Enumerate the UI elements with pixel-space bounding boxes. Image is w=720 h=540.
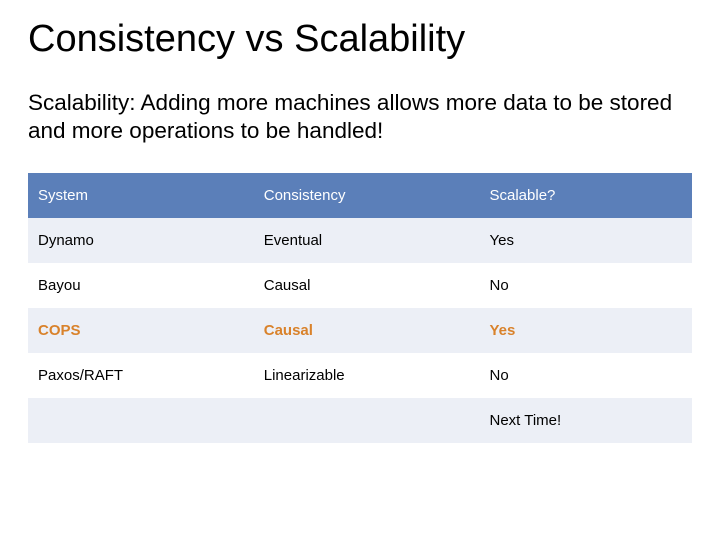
cell-scalable: Yes xyxy=(480,218,693,263)
table-row: Dynamo Eventual Yes xyxy=(28,218,692,263)
cell-consistency xyxy=(254,398,480,443)
col-header-consistency: Consistency xyxy=(254,173,480,218)
table-row: Next Time! xyxy=(28,398,692,443)
col-header-scalable: Scalable? xyxy=(480,173,693,218)
cell-scalable: No xyxy=(480,353,693,398)
col-header-system: System xyxy=(28,173,254,218)
subtitle: Scalability: Adding more machines allows… xyxy=(28,89,688,145)
cell-system: Dynamo xyxy=(28,218,254,263)
table-body: Dynamo Eventual Yes Bayou Causal No COPS… xyxy=(28,218,692,443)
cell-system: Bayou xyxy=(28,263,254,308)
page-title: Consistency vs Scalability xyxy=(28,18,692,61)
cell-scalable: No xyxy=(480,263,693,308)
cell-scalable: Yes xyxy=(480,308,693,353)
comparison-table: System Consistency Scalable? Dynamo Even… xyxy=(28,173,692,443)
cell-scalable: Next Time! xyxy=(480,398,693,443)
table-header-row: System Consistency Scalable? xyxy=(28,173,692,218)
cell-consistency: Causal xyxy=(254,308,480,353)
table-row: COPS Causal Yes xyxy=(28,308,692,353)
table-row: Bayou Causal No xyxy=(28,263,692,308)
table-row: Paxos/RAFT Linearizable No xyxy=(28,353,692,398)
cell-consistency: Linearizable xyxy=(254,353,480,398)
cell-consistency: Causal xyxy=(254,263,480,308)
cell-system xyxy=(28,398,254,443)
cell-consistency: Eventual xyxy=(254,218,480,263)
cell-system: Paxos/RAFT xyxy=(28,353,254,398)
slide: Consistency vs Scalability Scalability: … xyxy=(0,0,720,540)
cell-system: COPS xyxy=(28,308,254,353)
